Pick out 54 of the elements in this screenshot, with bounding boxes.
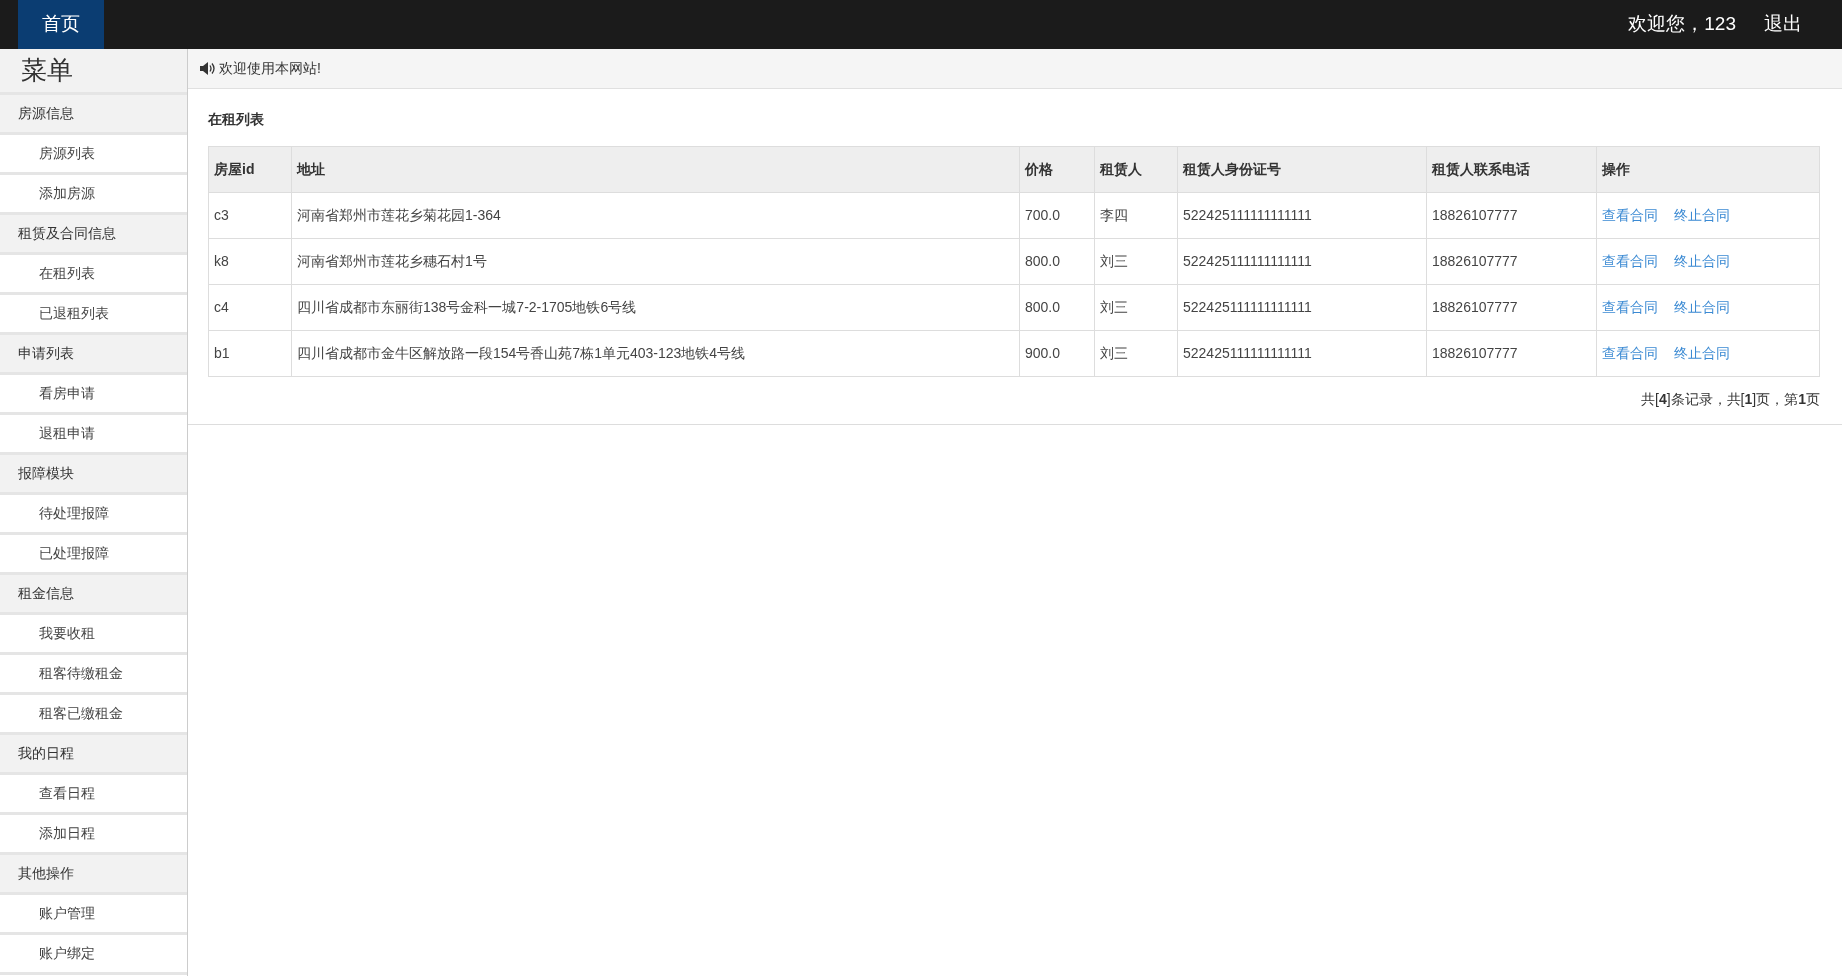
column-header: 地址 [291, 146, 1020, 193]
column-header: 房屋id [208, 146, 292, 193]
pagination-text: 共[4]条记录，共[1]页，第1页 [1641, 390, 1820, 409]
action-link[interactable]: 查看合同 [1602, 297, 1658, 318]
action-link[interactable]: 终止合同 [1674, 251, 1730, 272]
menu-group-header[interactable]: 报障模块 [0, 455, 187, 495]
menu-group-header[interactable]: 租金信息 [0, 575, 187, 615]
action-link[interactable]: 终止合同 [1674, 297, 1730, 318]
table-cell: 800.0 [1019, 238, 1095, 285]
table-cell: 18826107777 [1426, 238, 1597, 285]
home-tab[interactable]: 首页 [18, 0, 104, 49]
notice-text: 欢迎使用本网站! [219, 59, 321, 78]
table-cell: k8 [208, 238, 292, 285]
table-cell: 18826107777 [1426, 192, 1597, 239]
table-cell: 河南省郑州市莲花乡穗石村1号 [291, 238, 1020, 285]
welcome-text: 欢迎您，123 [1628, 12, 1736, 37]
action-link[interactable]: 终止合同 [1674, 343, 1730, 364]
column-header: 租赁人 [1094, 146, 1178, 193]
table-cell: 李四 [1094, 192, 1178, 239]
table-cell: 四川省成都市金牛区解放路一段154号香山苑7栋1单元403-123地铁4号线 [291, 330, 1020, 377]
action-link[interactable]: 查看合同 [1602, 251, 1658, 272]
table-cell: 18826107777 [1426, 330, 1597, 377]
action-link[interactable]: 查看合同 [1602, 343, 1658, 364]
action-link[interactable]: 查看合同 [1602, 205, 1658, 226]
speaker-icon [200, 62, 215, 75]
table-cell: 522425111111111111 [1177, 192, 1427, 239]
table-title: 在租列表 [208, 110, 265, 129]
logout-link[interactable]: 退出 [1764, 10, 1802, 39]
table-cell: 700.0 [1019, 192, 1095, 239]
column-header: 租赁人联系电话 [1426, 146, 1597, 193]
table-cell: 河南省郑州市莲花乡菊花园1-364 [291, 192, 1020, 239]
table-cell: 刘三 [1094, 238, 1178, 285]
table-cell: b1 [208, 330, 292, 377]
table-cell: 522425111111111111 [1177, 238, 1427, 285]
column-header: 价格 [1019, 146, 1095, 193]
table-cell: 900.0 [1019, 330, 1095, 377]
table-cell: 18826107777 [1426, 284, 1597, 331]
menu-group-header[interactable]: 租赁及合同信息 [0, 215, 187, 255]
table-cell: c3 [208, 192, 292, 239]
menu-group-header[interactable]: 房源信息 [0, 95, 187, 135]
table-cell: 刘三 [1094, 330, 1178, 377]
column-header: 租赁人身份证号 [1177, 146, 1427, 193]
table-cell: c4 [208, 284, 292, 331]
menu-title: 菜单 [0, 49, 187, 95]
menu-group-header[interactable]: 我的日程 [0, 735, 187, 775]
action-link[interactable]: 终止合同 [1674, 205, 1730, 226]
table-cell: 800.0 [1019, 284, 1095, 331]
menu-group-header[interactable]: 其他操作 [0, 855, 187, 895]
table-cell: 522425111111111111 [1177, 284, 1427, 331]
column-header: 操作 [1596, 146, 1820, 193]
menu-group-header[interactable]: 申请列表 [0, 335, 187, 375]
table-cell: 522425111111111111 [1177, 330, 1427, 377]
table-cell: 刘三 [1094, 284, 1178, 331]
table-cell: 四川省成都市东丽街138号金科一城7-2-1705地铁6号线 [291, 284, 1020, 331]
